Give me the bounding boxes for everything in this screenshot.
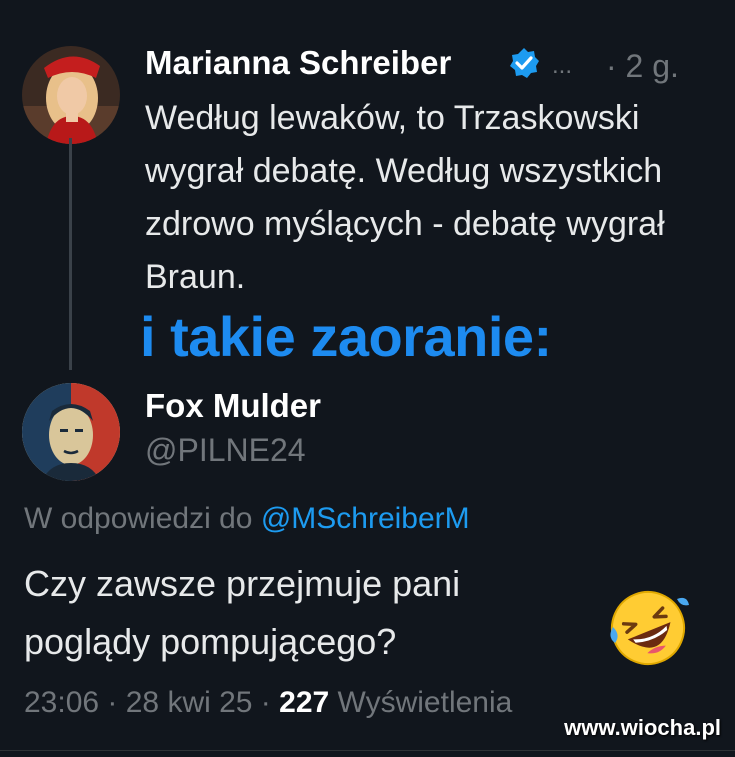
- reply-author-name[interactable]: Fox Mulder: [145, 387, 321, 425]
- reply-views-label: Wyświetlenia: [337, 686, 513, 719]
- verified-badge-icon: [507, 46, 541, 80]
- site-watermark: www.wiocha.pl: [564, 715, 721, 740]
- reply-timestamp[interactable]: 23:06 · 28 kwi 25 ·: [24, 686, 271, 719]
- tweet-age[interactable]: · 2 g.: [606, 48, 679, 85]
- replying-to-mention[interactable]: @MSchreiberM: [261, 502, 470, 535]
- screenshot-frame: Marianna Schreiber ... · 2 g. Według lew…: [0, 0, 735, 757]
- divider: [0, 750, 735, 751]
- replying-to-prefix: W odpowiedzi do: [24, 502, 253, 535]
- meme-caption: i takie zaoranie:: [140, 305, 552, 368]
- author-avatar-image: [22, 46, 120, 144]
- tweet-text: Według lewaków, to Trzaskowski wygrał de…: [145, 99, 665, 296]
- author-avatar[interactable]: [22, 46, 120, 144]
- reply-author-avatar-image: [22, 383, 120, 481]
- author-name[interactable]: Marianna Schreiber: [145, 44, 451, 82]
- reply-text: Czy zawsze przejmuje pani poglądy pompuj…: [24, 563, 461, 662]
- more-options-ellipsis[interactable]: ...: [552, 52, 572, 80]
- reply-metadata: 23:06 · 28 kwi 25 · 227 Wyświetlenia: [24, 686, 512, 720]
- thread-connector-line: [69, 138, 72, 370]
- reply-views-count: 227: [279, 686, 330, 719]
- reply-author-avatar[interactable]: [22, 383, 120, 481]
- reply-author-handle[interactable]: @PILNE24: [145, 432, 306, 469]
- rolling-on-floor-laughing-emoji-icon: [605, 585, 691, 671]
- replying-to-line: W odpowiedzi do @MSchreiberM: [24, 502, 470, 536]
